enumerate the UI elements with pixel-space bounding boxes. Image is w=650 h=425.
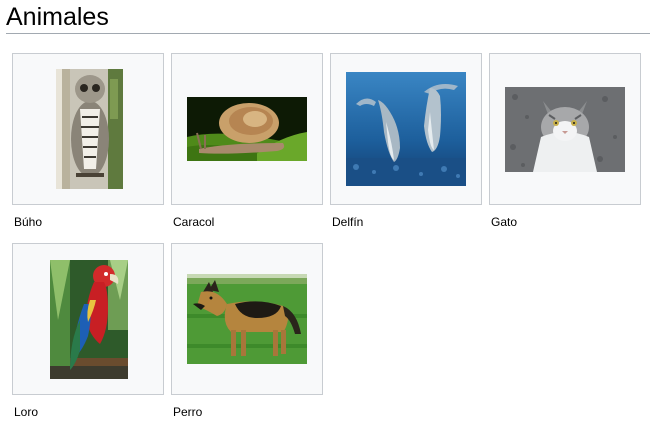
gallery-item-dolphin: Delfín [330, 53, 482, 229]
dolphin-image[interactable] [346, 72, 466, 186]
gallery-thumb-box [330, 53, 482, 205]
cat-image[interactable] [505, 87, 625, 172]
gallery-item-parrot: Loro [12, 243, 164, 419]
gallery-thumb-box [12, 53, 164, 205]
gallery-caption[interactable]: Delfín [332, 215, 363, 229]
gallery-thumb-box [171, 243, 323, 395]
gallery-caption[interactable]: Gato [491, 215, 517, 229]
gallery-item-dog: Perro [171, 243, 323, 419]
gallery-caption[interactable]: Caracol [173, 215, 214, 229]
gallery-caption[interactable]: Perro [173, 405, 202, 419]
page-title: Animales [6, 3, 109, 31]
dog-image[interactable] [187, 274, 307, 364]
gallery-thumb-box [171, 53, 323, 205]
gallery-thumb-box [12, 243, 164, 395]
gallery-caption[interactable]: Loro [14, 405, 38, 419]
gallery-item-owl: Búho [12, 53, 164, 229]
snail-image[interactable] [187, 97, 307, 161]
title-divider [6, 33, 650, 34]
gallery-thumb-box [489, 53, 641, 205]
gallery-item-cat: Gato [489, 53, 641, 229]
gallery-item-snail: Caracol [171, 53, 323, 229]
owl-image[interactable] [56, 69, 123, 189]
parrot-image[interactable] [50, 260, 128, 379]
gallery-caption[interactable]: Búho [14, 215, 42, 229]
